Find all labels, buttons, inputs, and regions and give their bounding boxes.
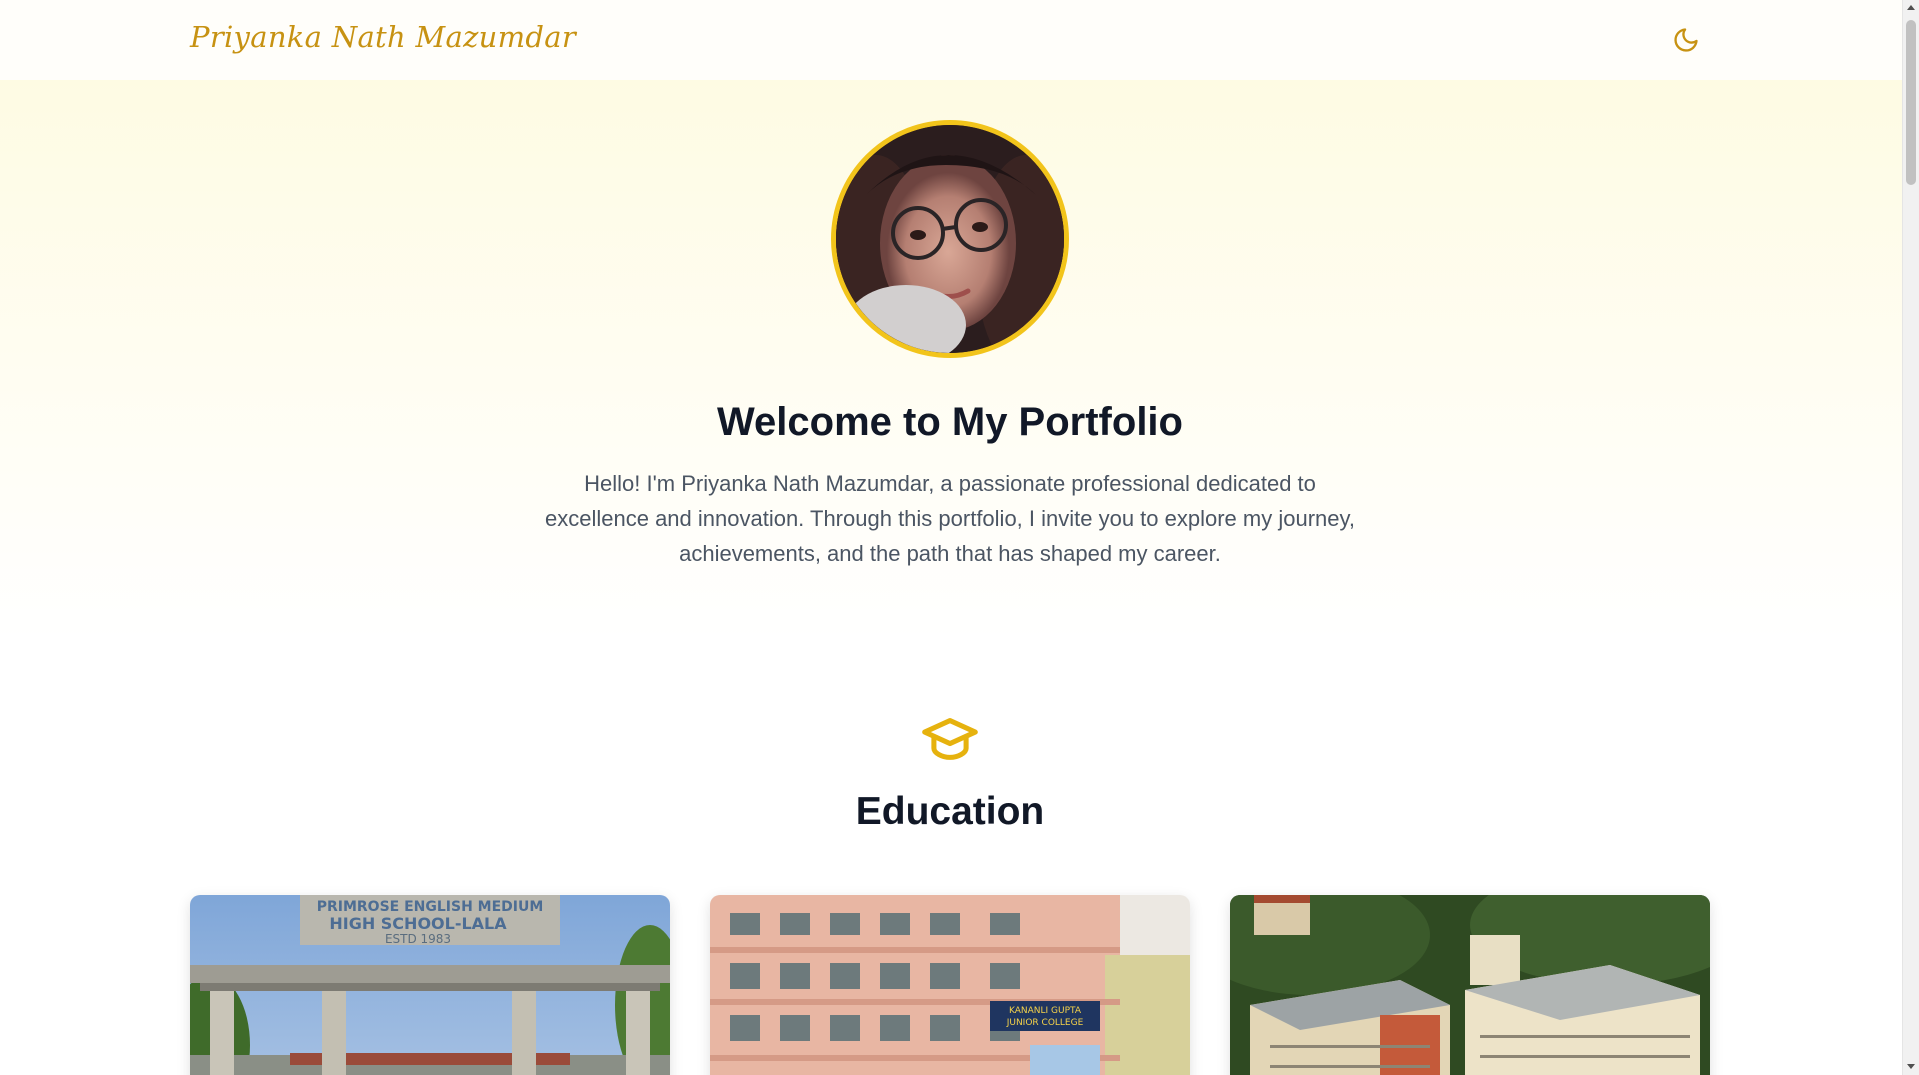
college-sign-line-1: KANANLI GUPTA — [1009, 1006, 1082, 1016]
profile-photo — [836, 125, 1064, 353]
site-brand[interactable]: Priyanka Nath Mazumdar — [190, 20, 576, 54]
scroll-up-arrow-icon[interactable] — [1907, 5, 1915, 10]
page: Priyanka Nath Mazumdar Welcome to My Por… — [0, 0, 1902, 1075]
education-card-university[interactable] — [1230, 895, 1710, 1075]
education-title: Education — [855, 790, 1045, 833]
theme-toggle-button[interactable] — [1672, 26, 1700, 54]
education-card-junior-college[interactable]: KANANLI GUPTA JUNIOR COLLEGE — [710, 895, 1190, 1075]
school-sign-line-1: PRIMROSE ENGLISH MEDIUM — [317, 899, 544, 915]
scroll-down-arrow-icon[interactable] — [1907, 1064, 1915, 1069]
college-sign-line-2: JUNIOR COLLEGE — [1006, 1018, 1084, 1028]
school-gate-photo: PRIMROSE ENGLISH MEDIUM HIGH SCHOOL-LALA… — [190, 895, 670, 1075]
education-card-school[interactable]: PRIMROSE ENGLISH MEDIUM HIGH SCHOOL-LALA… — [190, 895, 670, 1075]
profile-avatar — [831, 120, 1069, 358]
school-sign-line-3: ESTD 1983 — [385, 932, 451, 946]
moon-icon — [1674, 28, 1698, 52]
hero-title: Welcome to My Portfolio — [717, 400, 1183, 444]
scroll-thumb[interactable] — [1906, 20, 1916, 185]
university-campus-aerial-photo — [1230, 895, 1710, 1075]
page-scrollbar[interactable] — [1902, 0, 1919, 1075]
graduation-cap-icon — [922, 718, 978, 760]
hero-intro-text: Hello! I'm Priyanka Nath Mazumdar, a pas… — [545, 471, 1355, 566]
school-sign-line-2: HIGH SCHOOL-LALA — [329, 914, 507, 933]
junior-college-building-photo: KANANLI GUPTA JUNIOR COLLEGE — [710, 895, 1190, 1075]
site-header: Priyanka Nath Mazumdar — [0, 0, 1902, 80]
